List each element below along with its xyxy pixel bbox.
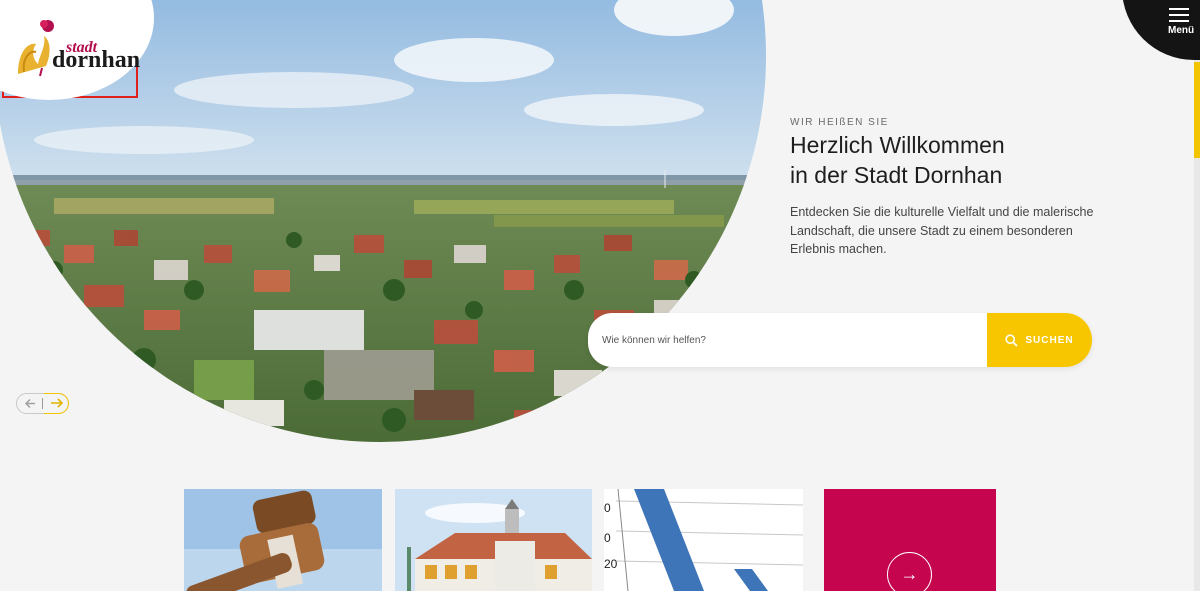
welcome-kicker: WIR HEIßEN SIE <box>790 117 889 128</box>
slider-nav <box>16 392 69 414</box>
page-title: Herzlich Willkommen in der Stadt Dornhan <box>790 130 1170 190</box>
tile-gavel[interactable] <box>184 489 382 591</box>
search-bar: SUCHEN <box>588 313 1092 367</box>
menu-button[interactable]: Menü <box>1122 0 1200 60</box>
arrow-right-icon[interactable]: → <box>887 552 932 591</box>
slider-next-button[interactable] <box>44 392 69 414</box>
town-hall-image <box>395 489 592 591</box>
intro-text: Entdecken Sie die kulturelle Vielfalt un… <box>790 205 1094 256</box>
menu-label: Menü <box>1168 25 1195 36</box>
tile-statistics[interactable]: 0 0 20 <box>604 489 803 591</box>
tile-more-link[interactable]: → <box>824 489 996 591</box>
arrow-right-icon <box>51 397 64 408</box>
chart-tick-label: 0 <box>604 501 611 515</box>
logo-text-dornhan: dornhan <box>52 47 141 73</box>
search-icon <box>1005 333 1019 347</box>
headline-line-2: in der Stadt Dornhan <box>790 162 1003 188</box>
site-logo[interactable]: stadt dornhan <box>0 0 154 100</box>
chart-image <box>604 489 803 591</box>
chart-tick-label: 20 <box>604 557 618 571</box>
headline-line-1: Herzlich Willkommen <box>790 132 1005 158</box>
search-button[interactable]: SUCHEN <box>987 313 1092 367</box>
search-input[interactable] <box>602 330 972 350</box>
chart-tick-label: 0 <box>604 531 611 545</box>
tile-building[interactable] <box>395 489 592 591</box>
search-button-label: SUCHEN <box>1025 334 1074 346</box>
hamburger-icon <box>1169 8 1189 26</box>
page-scrollbar[interactable] <box>1194 0 1200 591</box>
scrollbar-thumb[interactable] <box>1194 62 1200 158</box>
arrow-left-icon[interactable] <box>21 395 43 412</box>
gavel-image <box>184 489 382 591</box>
